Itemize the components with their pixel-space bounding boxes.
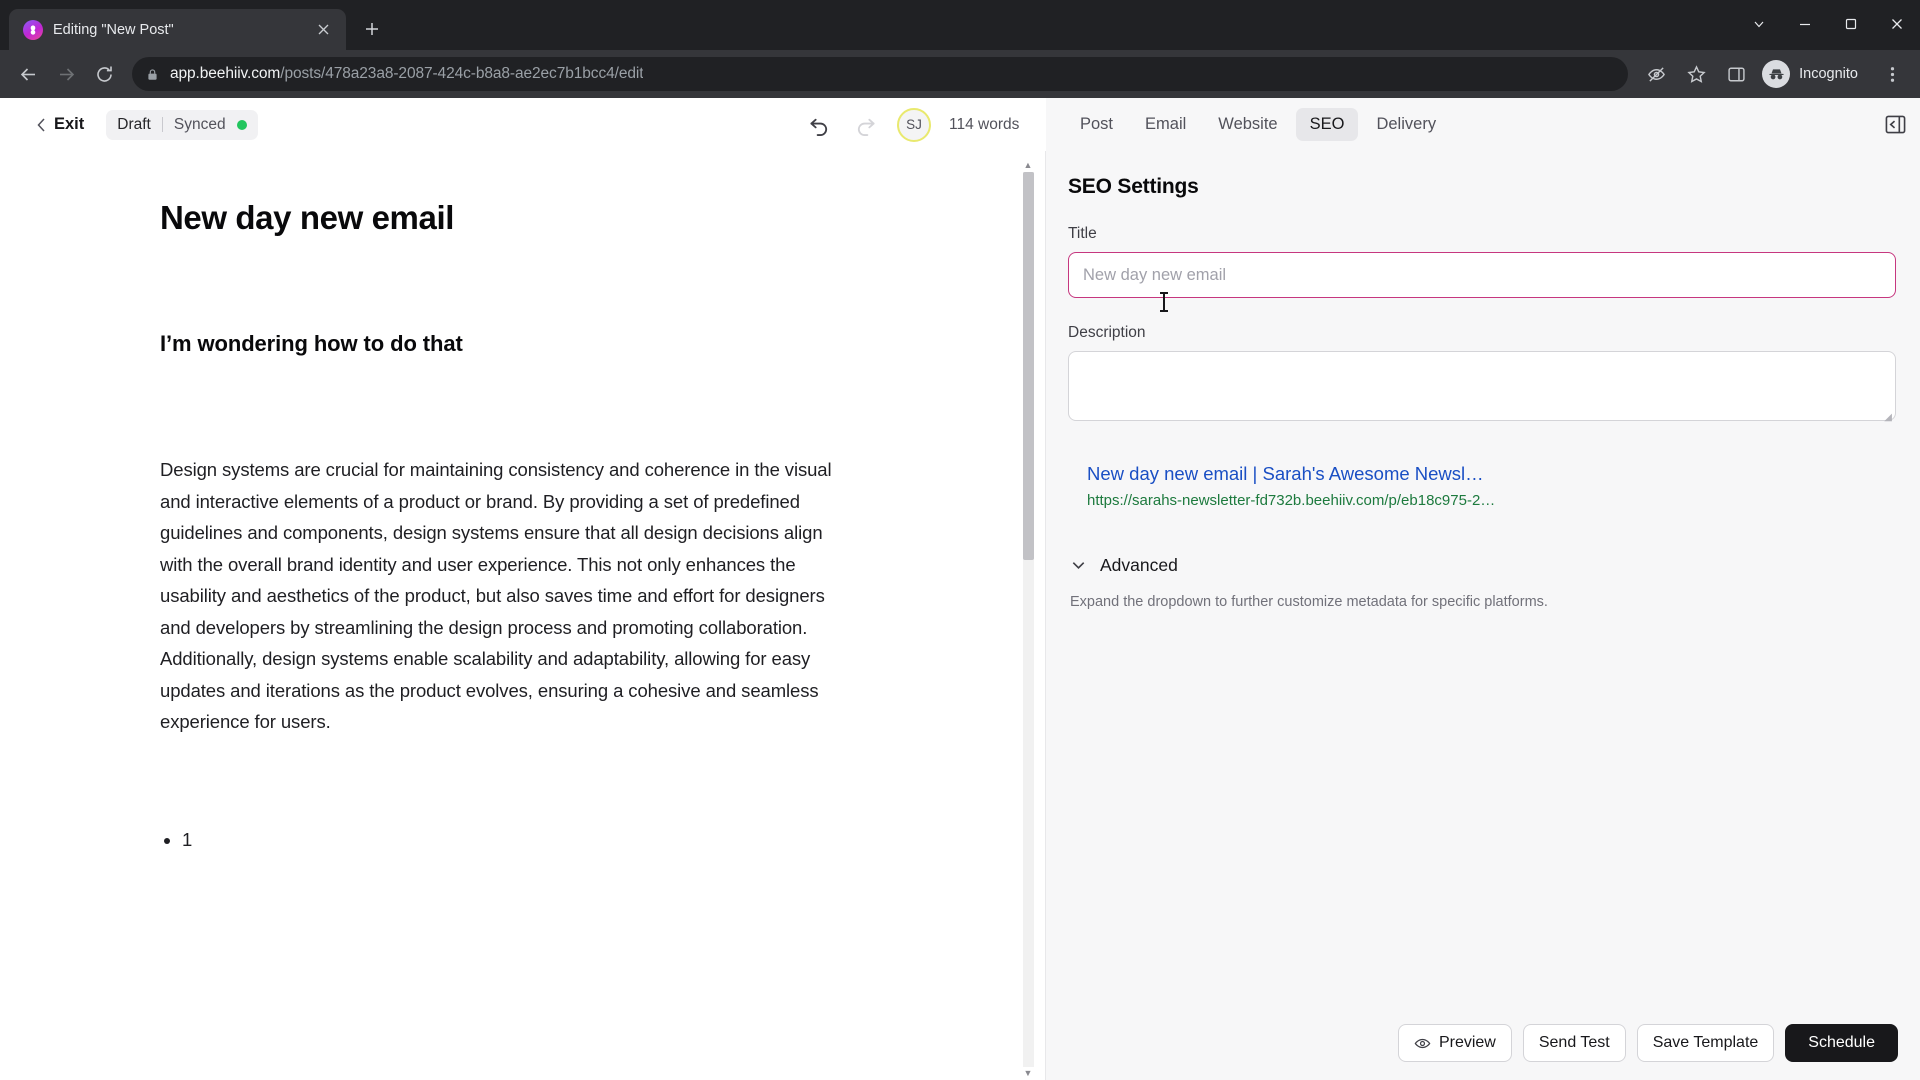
- editor-body: New day new email I’m wondering how to d…: [0, 98, 1920, 1080]
- search-preview-card: New day new email | Sarah's Awesome News…: [1068, 462, 1896, 509]
- word-count: 114 words: [949, 115, 1020, 133]
- exit-label: Exit: [54, 115, 85, 133]
- profile-incognito-button[interactable]: Incognito: [1758, 57, 1870, 91]
- editor-scrollbar[interactable]: ▲ ▼: [1021, 159, 1035, 1080]
- tab-post[interactable]: Post: [1066, 108, 1127, 141]
- avatar[interactable]: SJ: [897, 107, 931, 142]
- scroll-up-arrow-icon[interactable]: ▲: [1024, 159, 1033, 172]
- tab-email[interactable]: Email: [1131, 108, 1200, 141]
- redo-icon[interactable]: [851, 111, 879, 139]
- chevron-left-icon: [36, 117, 47, 133]
- document-heading-2[interactable]: I’m wondering how to do that: [160, 331, 925, 357]
- close-icon[interactable]: [312, 19, 334, 41]
- document-bullet-list[interactable]: 1: [160, 826, 925, 854]
- kebab-menu-icon[interactable]: [1874, 56, 1910, 92]
- seo-title-label: Title: [1068, 225, 1097, 242]
- seo-title-field-group: Title: [1068, 225, 1896, 298]
- scrollbar-thumb[interactable]: [1022, 172, 1034, 560]
- tab-seo[interactable]: SEO: [1295, 108, 1359, 141]
- seo-title-input[interactable]: [1068, 252, 1896, 298]
- sync-status-dot: [236, 119, 247, 130]
- scroll-down-arrow-icon[interactable]: ▼: [1024, 1067, 1033, 1080]
- new-tab-button[interactable]: [356, 13, 388, 45]
- star-icon[interactable]: [1678, 56, 1714, 92]
- url-text: app.beehiiv.com/posts/478a23a8-2087-424c…: [170, 65, 643, 83]
- side-panel-icon[interactable]: [1718, 56, 1754, 92]
- omnibox-actions: Incognito: [1638, 56, 1910, 92]
- back-arrow-icon[interactable]: [10, 56, 46, 92]
- save-template-button[interactable]: Save Template: [1636, 1024, 1775, 1062]
- preview-label: Preview: [1438, 1034, 1496, 1051]
- panel-tab-bar: Post Email Website SEO Delivery: [1046, 98, 1920, 151]
- preview-button[interactable]: Preview: [1397, 1024, 1512, 1062]
- editor-toolbar-right: SJ 114 words: [805, 107, 1020, 142]
- omnibox-bar: app.beehiiv.com/posts/478a23a8-2087-424c…: [0, 50, 1920, 98]
- browser-tab[interactable]: Editing "New Post": [9, 9, 346, 50]
- seo-description-field-group: Description ◢: [1068, 324, 1896, 426]
- tab-website[interactable]: Website: [1204, 108, 1291, 141]
- exit-button[interactable]: Exit: [30, 110, 90, 139]
- settings-panel: Post Email Website SEO Delivery SEO Sett…: [1045, 98, 1920, 1080]
- list-item[interactable]: 1: [182, 826, 925, 854]
- eye-off-icon[interactable]: [1638, 56, 1674, 92]
- search-preview-title[interactable]: New day new email | Sarah's Awesome News…: [1087, 462, 1896, 486]
- status-draft-label: Draft: [117, 115, 151, 133]
- reload-icon[interactable]: [86, 56, 122, 92]
- collapse-panel-icon[interactable]: [1877, 114, 1906, 135]
- scrollbar-track[interactable]: [1022, 172, 1034, 1067]
- window-controls: [1736, 0, 1920, 47]
- schedule-button[interactable]: Schedule: [1785, 1024, 1898, 1062]
- tab-delivery[interactable]: Delivery: [1362, 108, 1450, 141]
- eye-icon: [1414, 1035, 1431, 1052]
- seo-description-label: Description: [1068, 324, 1146, 341]
- undo-icon[interactable]: [805, 111, 833, 139]
- seo-description-input[interactable]: [1068, 351, 1896, 421]
- document-editor[interactable]: New day new email I’m wondering how to d…: [0, 151, 1045, 1080]
- forward-arrow-icon[interactable]: [48, 56, 84, 92]
- status-badge[interactable]: Draft Synced: [106, 109, 258, 140]
- advanced-section-toggle[interactable]: Advanced: [1068, 555, 1896, 576]
- seo-settings-content: SEO Settings Title Description ◢ New d: [1046, 151, 1920, 1009]
- seo-description-wrapper: ◢: [1068, 351, 1896, 426]
- address-bar[interactable]: app.beehiiv.com/posts/478a23a8-2087-424c…: [132, 57, 1629, 91]
- send-test-button[interactable]: Send Test: [1522, 1024, 1626, 1062]
- document-paragraph[interactable]: Design systems are crucial for maintaini…: [160, 454, 860, 738]
- status-synced-label: Synced: [173, 115, 226, 133]
- tab-title: Editing "New Post": [53, 21, 174, 38]
- panel-footer-actions: Preview Send Test Save Template Schedule: [1046, 1009, 1920, 1080]
- maximize-icon[interactable]: [1828, 0, 1874, 47]
- profile-label: Incognito: [1799, 66, 1858, 82]
- resize-handle-icon[interactable]: ◢: [1884, 413, 1892, 423]
- browser-window: Editing "New Post" app.beehiiv.com/posts…: [0, 0, 1920, 1080]
- lock-icon: [146, 68, 159, 81]
- beehiiv-logo-icon: [23, 19, 43, 40]
- advanced-label: Advanced: [1100, 555, 1178, 575]
- editor-toolbar-left: Exit Draft Synced: [0, 109, 258, 140]
- url-host: app.beehiiv.com: [170, 65, 281, 82]
- advanced-hint: Expand the dropdown to further customize…: [1070, 594, 1548, 610]
- chevron-down-icon[interactable]: [1736, 0, 1782, 47]
- window-close-icon[interactable]: [1874, 0, 1920, 47]
- minimize-icon[interactable]: [1782, 0, 1828, 47]
- search-preview-url: https://sarahs-newsletter-fd732b.beehiiv…: [1087, 492, 1496, 509]
- status-divider: [161, 117, 163, 132]
- chevron-down-icon: [1070, 557, 1087, 574]
- document-content[interactable]: New day new email I’m wondering how to d…: [0, 151, 1045, 1080]
- page-title: SEO Settings: [1068, 175, 1199, 198]
- url-path: /posts/478a23a8-2087-424c-b8a8-ae2ec7b1b…: [280, 65, 644, 82]
- document-heading-1[interactable]: New day new email: [160, 199, 925, 237]
- tab-strip: Editing "New Post": [0, 0, 1920, 50]
- beehiiv-post-editor: Exit Draft Synced SJ 114 words New day n…: [0, 98, 1920, 1080]
- incognito-avatar-icon: [1762, 60, 1791, 88]
